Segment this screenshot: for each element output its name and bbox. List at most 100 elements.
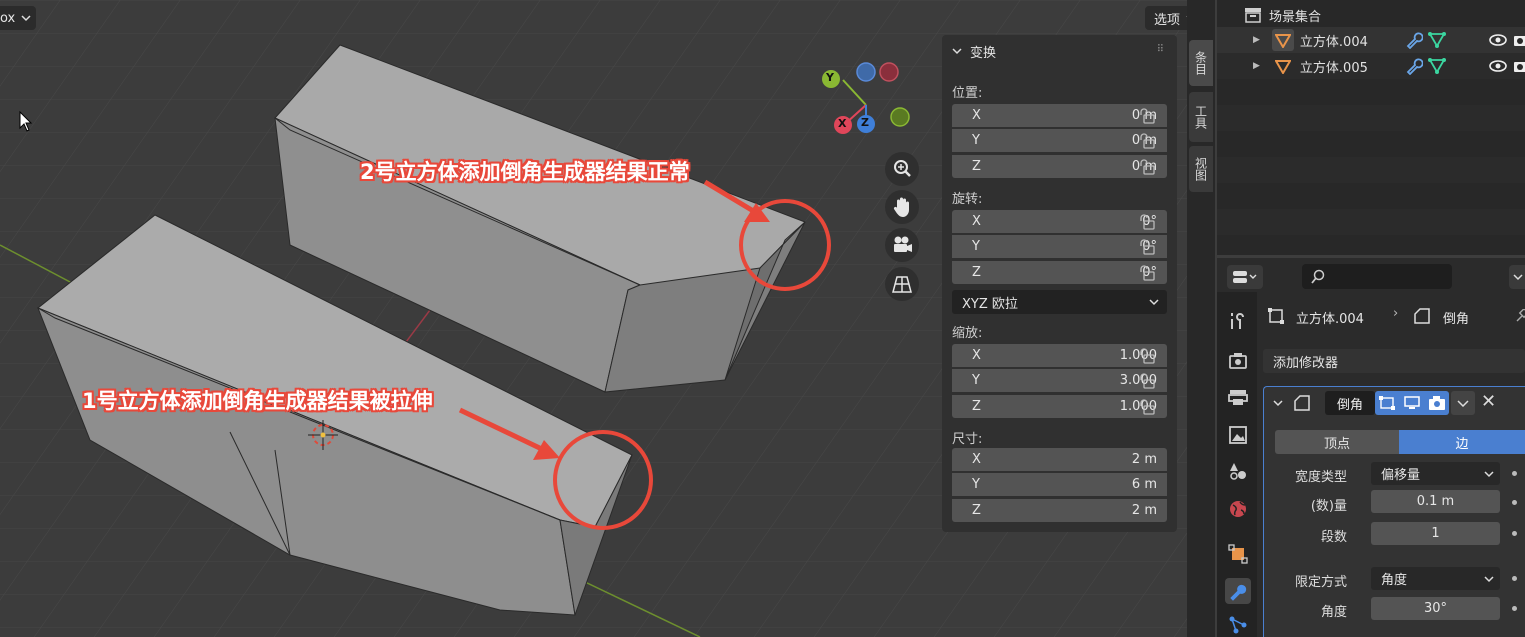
options-dropdown[interactable]: 选项 [1145, 6, 1187, 30]
tab-tool[interactable]: 工具 [1189, 92, 1213, 142]
dimensions-label: 尺寸: [952, 432, 983, 447]
modifier-name-field[interactable]: 倒角 [1325, 391, 1375, 415]
vertex-data-icon[interactable] [1428, 31, 1446, 49]
bevel-icon [1414, 308, 1430, 324]
tab-edges-label: 边 [1455, 436, 1469, 452]
dimensions-z-field[interactable]: Z 2 m [952, 499, 1167, 522]
breadcrumb-modifier: 倒角 [1443, 312, 1470, 327]
angle-field[interactable]: 30° [1371, 597, 1500, 620]
outliner-empty-row [1217, 157, 1525, 183]
keyframe-dot-icon[interactable] [1512, 606, 1517, 611]
rotation-label: 旋转: [952, 192, 983, 207]
tab-tool-settings[interactable] [1225, 308, 1251, 334]
eye-icon[interactable] [1489, 59, 1507, 73]
lock-icon[interactable] [1138, 239, 1156, 255]
tab-output[interactable] [1225, 384, 1251, 410]
transform-title: 变换 [970, 45, 997, 61]
gizmo-z-label: Z [861, 116, 869, 129]
outliner-collection-row[interactable]: 场景集合 [1217, 2, 1525, 28]
lock-icon[interactable] [1138, 214, 1156, 230]
location-y-field[interactable]: Y0 m [952, 129, 1167, 152]
transform-header[interactable]: 变换 ⠿ [942, 35, 1177, 67]
camera-render-icon[interactable] [1513, 59, 1525, 73]
properties-editor-icon [1233, 271, 1257, 283]
tab-particles[interactable] [1225, 612, 1251, 637]
camera-view-button[interactable] [885, 228, 919, 262]
tab-edges[interactable]: 边 [1399, 430, 1525, 454]
add-modifier-button[interactable]: 添加修改器 [1263, 349, 1525, 373]
tab-scene[interactable] [1225, 458, 1251, 484]
segments-label: 段数 [1320, 530, 1347, 545]
tab-view-layer[interactable] [1225, 422, 1251, 448]
keyframe-dot-icon[interactable] [1512, 500, 1517, 505]
camera-render-icon[interactable] [1513, 33, 1525, 47]
pan-button[interactable] [885, 190, 919, 224]
zoom-button[interactable] [885, 152, 919, 186]
chevron-down-icon[interactable] [1273, 399, 1285, 407]
wrench-icon[interactable] [1405, 31, 1423, 49]
modifier-visibility-toggles [1375, 391, 1449, 415]
lock-icon[interactable] [1138, 133, 1156, 149]
keyframe-dot-icon[interactable] [1512, 531, 1517, 536]
keyframe-dot-icon[interactable] [1512, 576, 1517, 581]
outliner-item[interactable]: ▶ 立方体.004 [1217, 27, 1525, 53]
properties-options-dropdown[interactable] [1509, 265, 1525, 289]
amount-field[interactable]: 0.1 m [1371, 490, 1500, 513]
dimensions-y-field[interactable]: Y 6 m [952, 473, 1167, 496]
scale-x-field[interactable]: X 1.000 [952, 344, 1167, 367]
lock-icon[interactable] [1138, 348, 1156, 364]
vertex-data-icon[interactable] [1428, 57, 1446, 75]
close-icon[interactable]: ✕ [1481, 391, 1496, 412]
tab-vertices[interactable]: 顶点 [1275, 430, 1399, 454]
segments-field[interactable]: 1 [1371, 522, 1500, 545]
drag-handle-icon[interactable]: ⠿ [1157, 44, 1165, 55]
lock-icon[interactable] [1138, 108, 1156, 124]
scale-z-field[interactable]: Z 1.000 [952, 395, 1167, 418]
rotation-x-field[interactable]: X 0° [952, 210, 1167, 233]
lock-icon[interactable] [1138, 159, 1156, 175]
axis-label: Y [972, 133, 980, 148]
tab-modifiers[interactable] [1225, 578, 1251, 604]
dimensions-x-field[interactable]: X 2 m [952, 448, 1167, 471]
rotation-z-field[interactable]: Z 0° [952, 261, 1167, 284]
perspective-toggle-button[interactable] [885, 267, 919, 301]
rotation-y-field[interactable]: Y 0° [952, 235, 1167, 258]
lock-icon[interactable] [1138, 399, 1156, 415]
eye-icon[interactable] [1489, 33, 1507, 47]
limit-method-dropdown[interactable]: 角度 [1371, 567, 1500, 590]
expand-arrow-icon[interactable]: ▶ [1253, 61, 1260, 71]
scale-y-field[interactable]: Y 3.000 [952, 369, 1167, 392]
rotation-mode-dropdown[interactable]: XYZ 欧拉 [952, 290, 1167, 314]
tab-vertices-label: 顶点 [1323, 436, 1350, 452]
outliner-item[interactable]: ▶ 立方体.005 [1217, 53, 1525, 79]
width-type-dropdown[interactable]: 偏移量 [1371, 462, 1500, 485]
edit-mode-toggle-icon[interactable] [1378, 395, 1396, 411]
realtime-display-icon[interactable] [1403, 395, 1421, 411]
keyframe-dot-icon[interactable] [1512, 471, 1517, 476]
tab-view[interactable]: 视图 [1189, 146, 1213, 192]
interaction-mode-dropdown[interactable]: ox [0, 6, 36, 30]
editor-type-dropdown[interactable] [1227, 265, 1263, 289]
lock-icon[interactable] [1138, 265, 1156, 281]
render-camera-icon[interactable] [1428, 395, 1446, 411]
tab-render[interactable] [1225, 348, 1251, 374]
add-modifier-label: 添加修改器 [1273, 355, 1339, 371]
world-icon [1230, 501, 1246, 517]
location-z-field[interactable]: Z0 m [952, 155, 1167, 178]
modifier-extras-dropdown[interactable] [1451, 391, 1475, 415]
mode-label: ox [0, 10, 16, 26]
tab-object[interactable] [1225, 541, 1251, 567]
expand-arrow-icon[interactable]: ▶ [1253, 35, 1260, 45]
sidebar-tabs: 条目 工具 视图 [1187, 0, 1215, 637]
chevron-down-icon [1457, 400, 1469, 407]
axis-label: Z [972, 265, 981, 280]
tab-world[interactable] [1225, 496, 1251, 522]
chevron-down-icon [1149, 299, 1159, 306]
tab-item[interactable]: 条目 [1189, 40, 1213, 86]
pin-icon[interactable] [1515, 309, 1525, 323]
properties-search-input[interactable] [1302, 264, 1452, 289]
wrench-icon[interactable] [1405, 57, 1423, 75]
location-x-field[interactable]: X0 m [952, 104, 1167, 127]
breadcrumb-object: 立方体.004 [1296, 312, 1364, 327]
lock-icon[interactable] [1138, 373, 1156, 389]
